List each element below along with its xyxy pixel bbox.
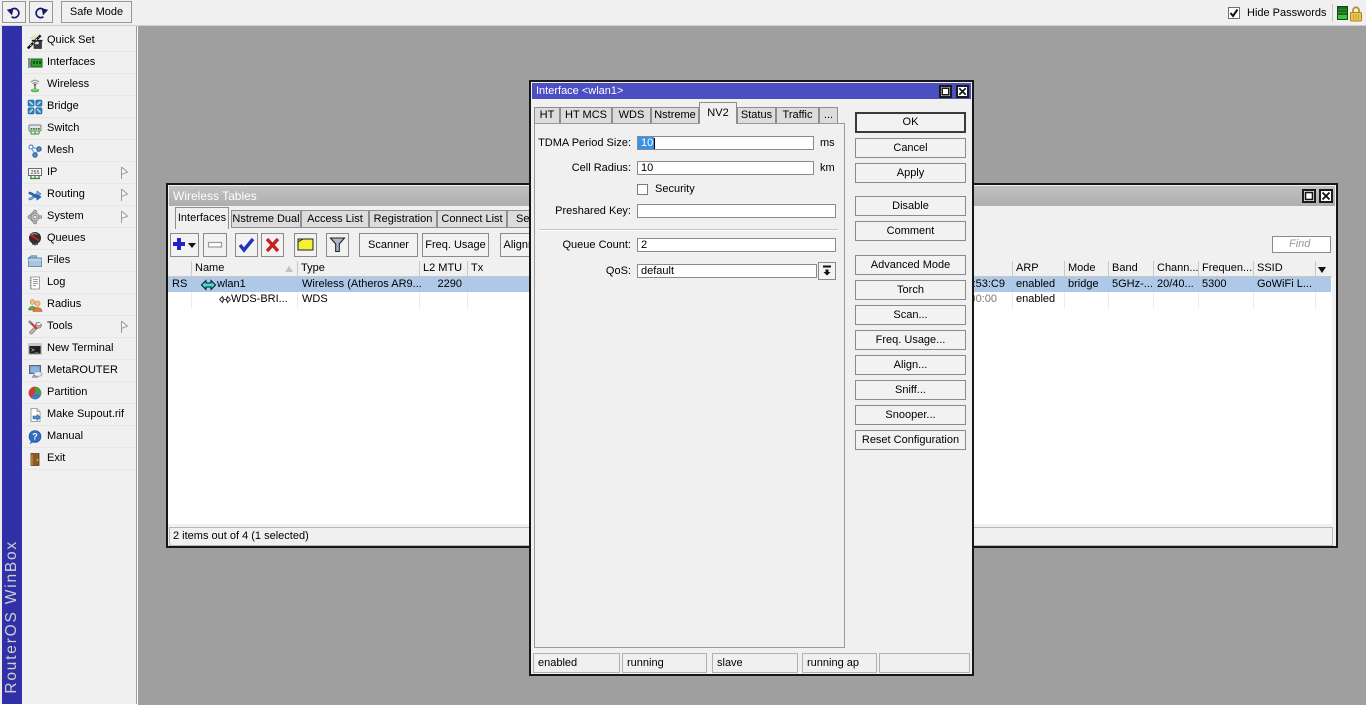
svg-text:?: ?: [32, 432, 38, 442]
svg-text:255: 255: [31, 170, 40, 176]
svg-text:>_: >_: [31, 347, 39, 354]
